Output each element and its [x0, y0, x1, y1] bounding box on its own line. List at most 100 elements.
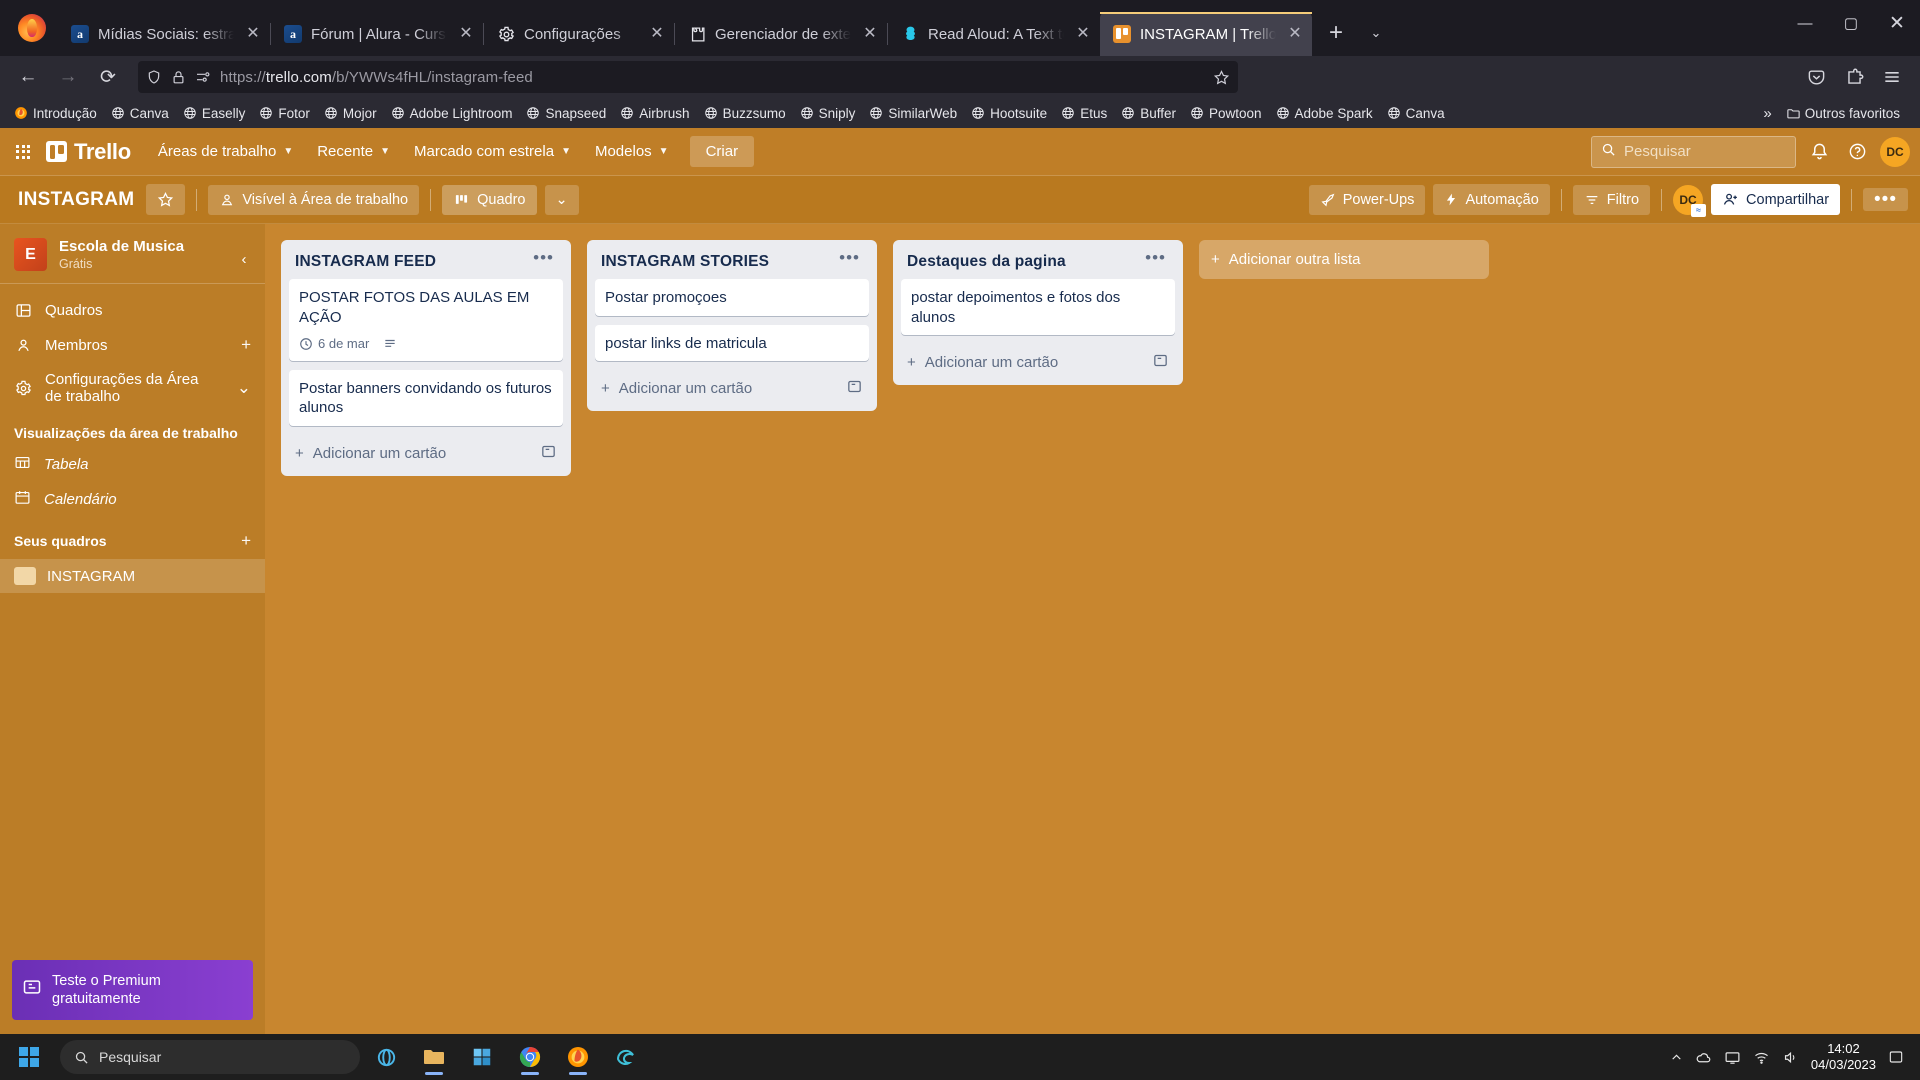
sidebar-item-boards[interactable]: Quadros [0, 294, 265, 327]
bookmark-star-icon[interactable] [1213, 69, 1230, 86]
browser-tab-2[interactable]: Configurações ✕ [484, 12, 674, 56]
list-all-tabs-icon[interactable]: ⌄ [1360, 17, 1392, 49]
extensions-icon[interactable] [1836, 61, 1872, 93]
bookmark-item[interactable]: Etus [1055, 103, 1113, 124]
close-icon[interactable]: ✕ [859, 23, 881, 45]
nav-templates[interactable]: Modelos ▼ [584, 136, 680, 167]
power-ups-button[interactable]: Power-Ups [1308, 184, 1426, 215]
workspace-header[interactable]: E Escola de Musica Grátis ‹ [0, 224, 265, 284]
bookmark-item[interactable]: Sniply [794, 103, 862, 124]
back-icon[interactable]: ← [10, 61, 46, 93]
premium-trial-banner[interactable]: Teste o Premium gratuitamente [12, 959, 253, 1020]
taskbar-search[interactable]: Pesquisar [60, 1040, 360, 1074]
board-member-avatar[interactable]: DC ≈ [1673, 184, 1707, 217]
permissions-icon[interactable] [195, 69, 211, 85]
board-visibility-button[interactable]: Visível à Área de trabalho [208, 184, 420, 215]
bookmark-item[interactable]: Canva [1381, 103, 1451, 124]
tray-overflow-icon[interactable] [1670, 1051, 1683, 1064]
sidebar-board-instagram[interactable]: INSTAGRAM [0, 559, 265, 593]
shield-icon[interactable] [146, 69, 162, 85]
bookmark-item[interactable]: Snapseed [520, 103, 612, 124]
tray-display-icon[interactable] [1724, 1049, 1741, 1066]
sidebar-view-calendar[interactable]: Calendário [0, 482, 265, 517]
tray-wifi-icon[interactable] [1753, 1049, 1770, 1066]
add-card-button[interactable]: + Adicionar um cartão [595, 370, 869, 403]
card[interactable]: postar links de matricula [595, 324, 869, 361]
sidebar-item-members[interactable]: Membros + [0, 327, 265, 363]
board-view-button[interactable]: Quadro [442, 184, 537, 215]
bookmark-item[interactable]: Powtoon [1184, 103, 1268, 124]
share-button[interactable]: Compartilhar [1711, 184, 1841, 215]
automation-button[interactable]: Automação [1433, 184, 1550, 215]
taskbar-clock[interactable]: 14:02 04/03/2023 [1811, 1041, 1876, 1074]
chevron-down-icon[interactable]: ⌄ [237, 378, 251, 398]
close-window-button[interactable]: ✕ [1874, 0, 1920, 46]
sidebar-item-workspace-settings[interactable]: Configurações da Área de trabalho ⌄ [0, 363, 265, 413]
tray-volume-icon[interactable] [1782, 1049, 1799, 1066]
bookmark-item[interactable]: Fotor [253, 103, 316, 124]
bookmark-item[interactable]: SimilarWeb [863, 103, 963, 124]
new-tab-button[interactable]: + [1320, 17, 1352, 49]
card-template-icon[interactable] [540, 443, 557, 464]
bookmark-item[interactable]: Hootsuite [965, 103, 1053, 124]
list-menu-icon[interactable]: ••• [530, 249, 557, 266]
card-template-icon[interactable] [846, 378, 863, 399]
close-icon[interactable]: ✕ [455, 23, 477, 45]
due-date-badge[interactable]: 6 de mar [299, 336, 369, 353]
close-icon[interactable]: ✕ [1072, 23, 1094, 45]
board-menu-button[interactable]: ••• [1863, 187, 1908, 212]
app-menu-icon[interactable] [1874, 61, 1910, 93]
browser-tab-3[interactable]: Gerenciador de extensões ✕ [675, 12, 887, 56]
browser-tab-active-trello[interactable]: INSTAGRAM | Trello ✕ [1100, 12, 1312, 56]
nav-workspaces[interactable]: Áreas de trabalho ▼ [147, 136, 304, 167]
bookmark-item[interactable]: Introdução [8, 103, 103, 124]
list-title[interactable]: INSTAGRAM FEED [295, 253, 530, 271]
list-menu-icon[interactable]: ••• [836, 249, 863, 266]
maximize-button[interactable]: ▢ [1828, 0, 1874, 46]
create-button[interactable]: Criar [689, 136, 755, 167]
chevron-double-right-icon[interactable]: » [1763, 105, 1771, 122]
save-to-pocket-icon[interactable] [1798, 61, 1834, 93]
bookmark-item[interactable]: Canva [105, 103, 175, 124]
browser-tab-1[interactable]: a Fórum | Alura - Cursos onlin ✕ [271, 12, 483, 56]
add-board-icon[interactable]: + [241, 531, 251, 551]
bookmark-item[interactable]: Buffer [1115, 103, 1182, 124]
other-bookmarks-folder[interactable]: Outros favoritos [1780, 103, 1906, 124]
bookmark-item[interactable]: Adobe Spark [1270, 103, 1379, 124]
help-icon[interactable] [1842, 137, 1872, 167]
start-button[interactable] [6, 1037, 52, 1077]
minimize-button[interactable]: — [1782, 0, 1828, 46]
trello-home-logo[interactable]: Trello [46, 139, 131, 165]
filter-button[interactable]: Filtro [1572, 184, 1651, 215]
bookmark-item[interactable]: Adobe Lightroom [385, 103, 519, 124]
card[interactable]: postar depoimentos e fotos dos alunos [901, 279, 1175, 335]
reload-icon[interactable]: ⟳ [90, 61, 126, 93]
search-container[interactable] [1591, 135, 1796, 168]
add-member-icon[interactable]: + [241, 335, 251, 355]
tray-onedrive-icon[interactable] [1695, 1049, 1712, 1066]
list-title[interactable]: Destaques da pagina [907, 253, 1142, 271]
browser-tab-0[interactable]: a Mídias Sociais: estratégias p ✕ [58, 12, 270, 56]
card[interactable]: POSTAR FOTOS DAS AULAS EM AÇÃO 6 de mar [289, 279, 563, 361]
lock-icon[interactable] [171, 70, 186, 85]
sidebar-view-table[interactable]: Tabela [0, 447, 265, 482]
user-avatar[interactable]: DC [1880, 136, 1910, 167]
bookmark-item[interactable]: Easelly [177, 103, 252, 124]
notifications-bell-icon[interactable] [1804, 137, 1834, 167]
bookmark-item[interactable]: Airbrush [614, 103, 695, 124]
add-list-button[interactable]: + Adicionar outra lista [1199, 240, 1489, 279]
app-switcher-icon[interactable] [8, 137, 38, 167]
taskbar-store-icon[interactable] [460, 1037, 504, 1077]
card-template-icon[interactable] [1152, 352, 1169, 373]
list-menu-icon[interactable]: ••• [1142, 249, 1169, 266]
card[interactable]: Postar banners convidando os futuros alu… [289, 369, 563, 426]
close-icon[interactable]: ✕ [242, 23, 264, 45]
taskbar-file-explorer-icon[interactable] [412, 1037, 456, 1077]
notification-center-icon[interactable] [1888, 1049, 1904, 1065]
taskbar-edge-icon[interactable] [604, 1037, 648, 1077]
search-input[interactable] [1624, 143, 1786, 160]
close-icon[interactable]: ✕ [1284, 23, 1306, 45]
add-card-button[interactable]: + Adicionar um cartão [901, 344, 1175, 377]
board-view-dropdown[interactable]: ⌄ [544, 184, 579, 215]
star-board-button[interactable] [146, 184, 186, 215]
